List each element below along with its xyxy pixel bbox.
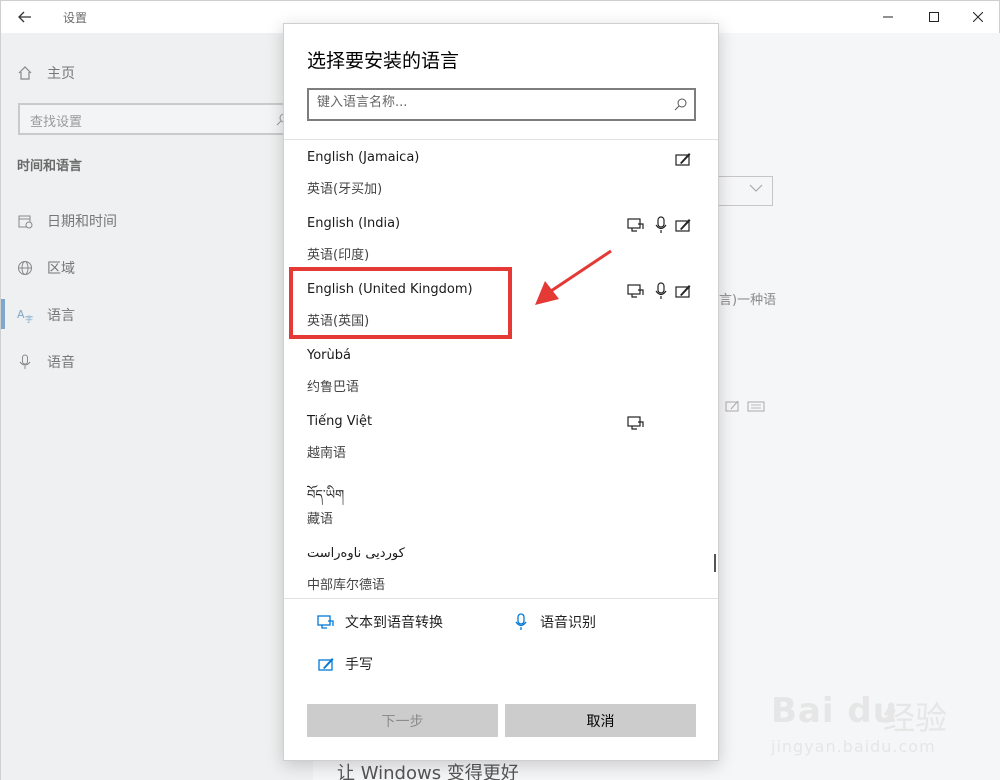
scrollbar-thumb[interactable] (714, 554, 716, 572)
language-item[interactable]: کوردیی ناوەراست 中部库尔德语 (284, 536, 704, 598)
close-button[interactable] (955, 1, 1000, 33)
language-native-name: 越南语 (307, 446, 347, 461)
sidebar-home-label: 主页 (47, 66, 75, 82)
baidu-watermark: Bai du 经验 jingyan.baidu.com (771, 691, 991, 771)
language-name: Yorùbá (307, 348, 351, 363)
svg-text:A: A (17, 308, 25, 321)
legend-label: 手写 (345, 657, 373, 673)
cancel-button[interactable]: 取消 (505, 704, 696, 737)
annotation-highlight-box (289, 267, 512, 339)
sidebar-item-region[interactable]: 区域 (17, 258, 75, 278)
sidebar-item-speech[interactable]: 语音 (17, 352, 75, 372)
next-button[interactable]: 下一步 (307, 704, 498, 737)
language-search-box[interactable] (307, 88, 696, 121)
microphone-icon (655, 216, 667, 233)
background-feature-icons (725, 399, 765, 413)
back-arrow-icon (18, 11, 31, 23)
text-to-speech-icon (627, 284, 644, 298)
microphone-icon (655, 282, 667, 299)
legend-label: 文本到语音转换 (345, 615, 443, 631)
sidebar-item-language[interactable]: A字 语言 (1, 299, 75, 329)
language-icon: A字 (17, 308, 33, 323)
watermark-brand: Bai du (771, 691, 898, 731)
legend-speech-recognition: 语音识别 (512, 612, 596, 632)
settings-window: 设置 主页 查找设置 时间和语言 日期和时间 区域 A字 语言 语音 言)一种语… (0, 0, 1000, 780)
language-name: English (India) (307, 216, 401, 231)
globe-icon (18, 261, 32, 275)
language-item[interactable]: English (India) 英语(印度) (284, 206, 704, 272)
language-item[interactable]: བོད་ཡིག 藏语 (284, 470, 704, 536)
background-dropdown (717, 176, 773, 206)
sidebar-item-label: 日期和时间 (47, 214, 117, 230)
language-search-input[interactable] (317, 95, 657, 110)
language-picker-dialog: 选择要安装的语言 English (Jamaica) 英语(牙买加) Engli… (283, 23, 719, 761)
legend-handwriting: 手写 (317, 654, 373, 674)
language-name: کوردیی ناوەراست (307, 546, 405, 561)
background-text: 言)一种语 (719, 293, 777, 308)
handwriting-icon (725, 400, 739, 412)
sidebar: 主页 查找设置 时间和语言 日期和时间 区域 A字 语言 语音 (1, 33, 313, 780)
sidebar-item-label: 语言 (47, 308, 75, 324)
minimize-button[interactable] (865, 1, 911, 33)
legend-text-to-speech: 文本到语音转换 (317, 612, 443, 632)
watermark-url: jingyan.baidu.com (771, 737, 936, 756)
text-to-speech-icon (627, 218, 644, 232)
language-native-name: 中部库尔德语 (307, 578, 386, 593)
microphone-icon (515, 613, 527, 630)
search-icon (674, 98, 687, 111)
maximize-button[interactable] (911, 1, 957, 33)
divider (284, 598, 718, 599)
handwriting-icon (675, 285, 691, 298)
window-title: 设置 (63, 11, 88, 25)
sidebar-home[interactable]: 主页 (17, 63, 75, 83)
text-to-speech-icon (317, 615, 334, 629)
background-footer-heading: 让 Windows 变得更好 (337, 763, 519, 780)
handwriting-icon (675, 219, 691, 232)
language-native-name: 藏语 (307, 512, 334, 527)
keyboard-icon (747, 401, 765, 412)
handwriting-icon (675, 153, 691, 166)
legend-label: 语音识别 (540, 615, 596, 631)
settings-search-placeholder: 查找设置 (30, 115, 83, 130)
sidebar-section-title: 时间和语言 (17, 159, 83, 174)
microphone-icon (19, 354, 31, 369)
dialog-title: 选择要安装的语言 (307, 50, 460, 72)
language-list[interactable]: English (Jamaica) 英语(牙买加) English (India… (284, 140, 718, 598)
language-item[interactable]: Yorùbá 约鲁巴语 (284, 338, 704, 404)
language-item[interactable]: Tiếng Việt 越南语 (284, 404, 704, 470)
sidebar-item-label: 区域 (47, 261, 75, 277)
annotation-arrow-icon (535, 249, 612, 305)
sidebar-item-datetime[interactable]: 日期和时间 (17, 211, 117, 231)
maximize-icon (929, 12, 939, 22)
svg-text:字: 字 (25, 314, 33, 323)
language-name: Tiếng Việt (307, 414, 373, 429)
settings-search-input[interactable]: 查找设置 (18, 103, 298, 135)
language-native-name: 英语(牙买加) (307, 182, 383, 197)
language-name: English (Jamaica) (307, 150, 420, 165)
watermark-cn: 经验 (883, 699, 948, 737)
handwriting-icon (318, 658, 334, 671)
text-to-speech-icon (627, 416, 644, 430)
language-native-name: 约鲁巴语 (307, 380, 360, 395)
language-native-name: 英语(印度) (307, 248, 370, 263)
sidebar-item-label: 语音 (47, 355, 75, 371)
minimize-icon (883, 16, 893, 18)
chevron-down-icon (749, 184, 763, 192)
home-icon (18, 66, 32, 80)
back-button[interactable] (9, 3, 41, 31)
close-icon (973, 12, 983, 22)
language-item[interactable]: English (Jamaica) 英语(牙买加) (284, 140, 704, 206)
calendar-clock-icon (18, 215, 33, 229)
